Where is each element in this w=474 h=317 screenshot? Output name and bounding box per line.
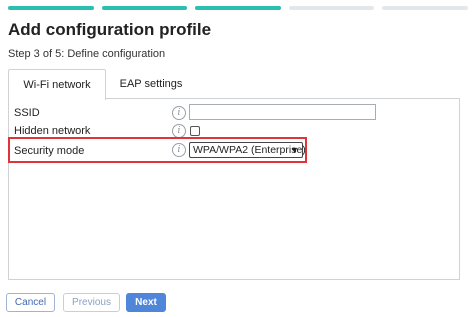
- previous-button[interactable]: Previous: [63, 293, 120, 312]
- page-title: Add configuration profile: [8, 20, 212, 39]
- cancel-button[interactable]: Cancel: [6, 293, 55, 312]
- tab-eap-settings[interactable]: EAP settings: [112, 69, 190, 99]
- progress-bar: [8, 6, 468, 10]
- ssid-label: SSID: [14, 107, 40, 119]
- progress-step-1: [8, 6, 94, 10]
- progress-step-4: [288, 6, 375, 10]
- hidden-network-checkbox[interactable]: [190, 126, 200, 136]
- security-mode-highlight: [8, 137, 307, 163]
- ssid-input[interactable]: [189, 104, 376, 120]
- hidden-network-label: Hidden network: [14, 125, 91, 137]
- progress-step-5: [382, 6, 468, 10]
- info-icon[interactable]: i: [172, 124, 186, 138]
- tab-wifi-network[interactable]: Wi-Fi network: [8, 69, 106, 100]
- progress-step-3: [195, 6, 281, 10]
- info-icon[interactable]: i: [172, 106, 186, 120]
- progress-step-2: [101, 6, 188, 10]
- step-indicator: Step 3 of 5: Define configuration: [8, 48, 166, 60]
- next-button[interactable]: Next: [126, 293, 166, 312]
